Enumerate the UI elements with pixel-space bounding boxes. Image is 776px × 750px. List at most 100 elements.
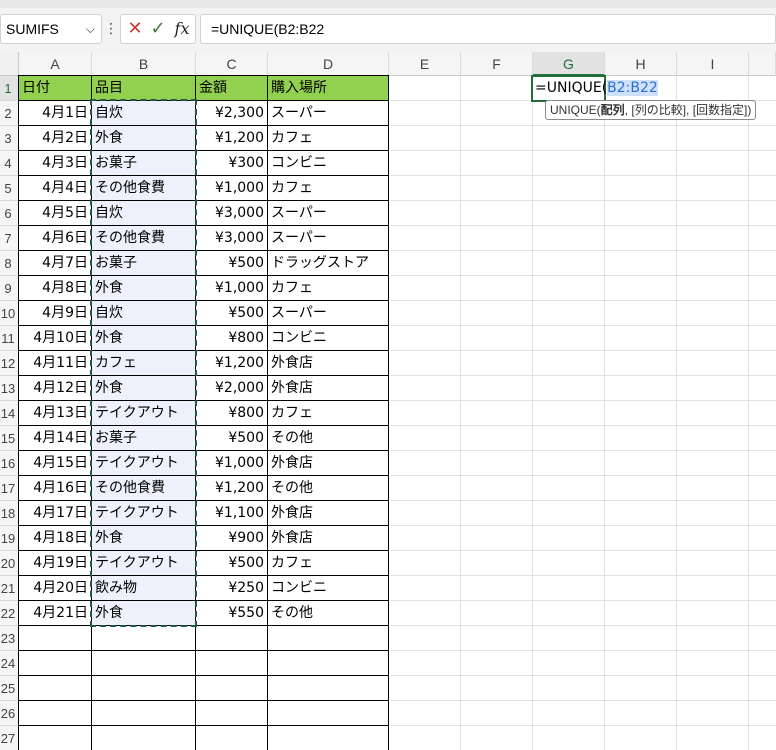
column-header-c[interactable]: C	[196, 52, 268, 76]
table-cell[interactable]: 4月5日	[19, 201, 91, 226]
table-cell[interactable]: ¥1,200	[196, 351, 267, 376]
row-header-19[interactable]: 19	[0, 526, 19, 551]
table-cell[interactable]: ¥550	[196, 601, 267, 626]
table-cell[interactable]: スーパー	[268, 301, 388, 326]
table-cell[interactable]: スーパー	[268, 201, 388, 226]
header-cell-b[interactable]: 品目	[92, 76, 195, 101]
table-cell[interactable]: ¥1,200	[196, 476, 267, 501]
table-cell[interactable]: スーパー	[268, 226, 388, 251]
table-cell[interactable]: 4月4日	[19, 176, 91, 201]
row-header-23[interactable]: 23	[0, 626, 19, 651]
row-header-17[interactable]: 17	[0, 476, 19, 501]
table-cell[interactable]: 4月16日	[19, 476, 91, 501]
table-cell[interactable]: ¥1,000	[196, 451, 267, 476]
table-cell[interactable]: ¥3,000	[196, 226, 267, 251]
table-cell[interactable]: 4月12日	[19, 376, 91, 401]
table-cell[interactable]: 4月18日	[19, 526, 91, 551]
row-header-14[interactable]: 14	[0, 401, 19, 426]
table-cell[interactable]: スーパー	[268, 101, 388, 126]
table-cell[interactable]: 4月9日	[19, 301, 91, 326]
table-cell[interactable]: 4月19日	[19, 551, 91, 576]
table-cell[interactable]: 外食店	[268, 451, 388, 476]
table-cell[interactable]: 4月3日	[19, 151, 91, 176]
row-header-3[interactable]: 3	[0, 126, 19, 151]
insert-function-icon[interactable]: fx	[171, 15, 193, 43]
row-header-12[interactable]: 12	[0, 351, 19, 376]
table-cell[interactable]: ¥500	[196, 251, 267, 276]
column-header-g[interactable]: G	[533, 52, 605, 76]
column-header-h[interactable]: H	[605, 52, 677, 76]
row-header-2[interactable]: 2	[0, 101, 19, 126]
column-header-b[interactable]: B	[92, 52, 196, 76]
name-box[interactable]: SUMIFS ⌵	[0, 14, 102, 44]
table-cell[interactable]: その他	[268, 476, 388, 501]
chevron-down-icon[interactable]: ⌵	[86, 15, 95, 43]
table-cell[interactable]: ¥800	[196, 326, 267, 351]
row-header-9[interactable]: 9	[0, 276, 19, 301]
column-header-partial[interactable]	[749, 52, 776, 76]
table-cell[interactable]: コンビニ	[268, 576, 388, 601]
row-header-16[interactable]: 16	[0, 451, 19, 476]
row-header-22[interactable]: 22	[0, 601, 19, 626]
table-cell[interactable]: 4月2日	[19, 126, 91, 151]
function-tooltip[interactable]: UNIQUE(配列, [列の比較], [回数指定])	[545, 100, 757, 120]
row-header-20[interactable]: 20	[0, 551, 19, 576]
header-cell-c[interactable]: 金額	[196, 76, 267, 101]
row-header-5[interactable]: 5	[0, 176, 19, 201]
row-header-15[interactable]: 15	[0, 426, 19, 451]
table-cell[interactable]: 4月15日	[19, 451, 91, 476]
table-cell[interactable]: 4月10日	[19, 326, 91, 351]
row-header-8[interactable]: 8	[0, 251, 19, 276]
table-cell[interactable]: ドラッグストア	[268, 251, 388, 276]
row-header-13[interactable]: 13	[0, 376, 19, 401]
table-cell[interactable]: ¥300	[196, 151, 267, 176]
table-cell[interactable]: ¥1,000	[196, 176, 267, 201]
table-cell[interactable]: ¥500	[196, 426, 267, 451]
table-cell[interactable]: ¥500	[196, 551, 267, 576]
table-cell[interactable]: 4月21日	[19, 601, 91, 626]
table-cell[interactable]: その他	[268, 601, 388, 626]
header-cell-a[interactable]: 日付	[19, 76, 91, 101]
table-cell[interactable]: ¥800	[196, 401, 267, 426]
table-cell[interactable]: 4月17日	[19, 501, 91, 526]
table-cell[interactable]: 外食店	[268, 351, 388, 376]
table-cell[interactable]: カフェ	[268, 401, 388, 426]
more-options-icon[interactable]: ⋮	[104, 16, 118, 42]
table-cell[interactable]: ¥3,000	[196, 201, 267, 226]
table-cell[interactable]: ¥2,000	[196, 376, 267, 401]
column-header-a[interactable]: A	[19, 52, 92, 76]
row-header-10[interactable]: 10	[0, 301, 19, 326]
table-cell[interactable]: その他	[268, 426, 388, 451]
row-header-11[interactable]: 11	[0, 326, 19, 351]
header-cell-d[interactable]: 購入場所	[268, 76, 388, 101]
table-cell[interactable]: 4月13日	[19, 401, 91, 426]
table-cell[interactable]: 外食店	[268, 501, 388, 526]
row-header-7[interactable]: 7	[0, 226, 19, 251]
table-cell[interactable]: ¥1,200	[196, 126, 267, 151]
column-header-i[interactable]: I	[677, 52, 749, 76]
table-cell[interactable]: カフェ	[268, 551, 388, 576]
table-cell[interactable]: 4月6日	[19, 226, 91, 251]
row-header-4[interactable]: 4	[0, 151, 19, 176]
active-cell-editing[interactable]: =UNIQUE(B2:B22	[535, 76, 658, 101]
row-header-24[interactable]: 24	[0, 651, 19, 676]
row-header-18[interactable]: 18	[0, 501, 19, 526]
table-cell[interactable]: ¥500	[196, 301, 267, 326]
column-header-e[interactable]: E	[389, 52, 461, 76]
enter-check-icon[interactable]: ✓	[147, 15, 169, 43]
table-cell[interactable]: ¥2,300	[196, 101, 267, 126]
table-cell[interactable]: カフェ	[268, 126, 388, 151]
table-cell[interactable]: ¥250	[196, 576, 267, 601]
table-cell[interactable]: カフェ	[268, 276, 388, 301]
table-cell[interactable]: 4月11日	[19, 351, 91, 376]
row-header-1[interactable]: 1	[0, 76, 19, 101]
row-header-27[interactable]: 27	[0, 726, 19, 750]
table-cell[interactable]: ¥1,000	[196, 276, 267, 301]
column-header-f[interactable]: F	[461, 52, 533, 76]
table-cell[interactable]: コンビニ	[268, 326, 388, 351]
select-all-corner[interactable]	[0, 52, 19, 76]
table-cell[interactable]: 外食店	[268, 526, 388, 551]
table-cell[interactable]: 4月1日	[19, 101, 91, 126]
row-header-25[interactable]: 25	[0, 676, 19, 701]
table-cell[interactable]: カフェ	[268, 176, 388, 201]
